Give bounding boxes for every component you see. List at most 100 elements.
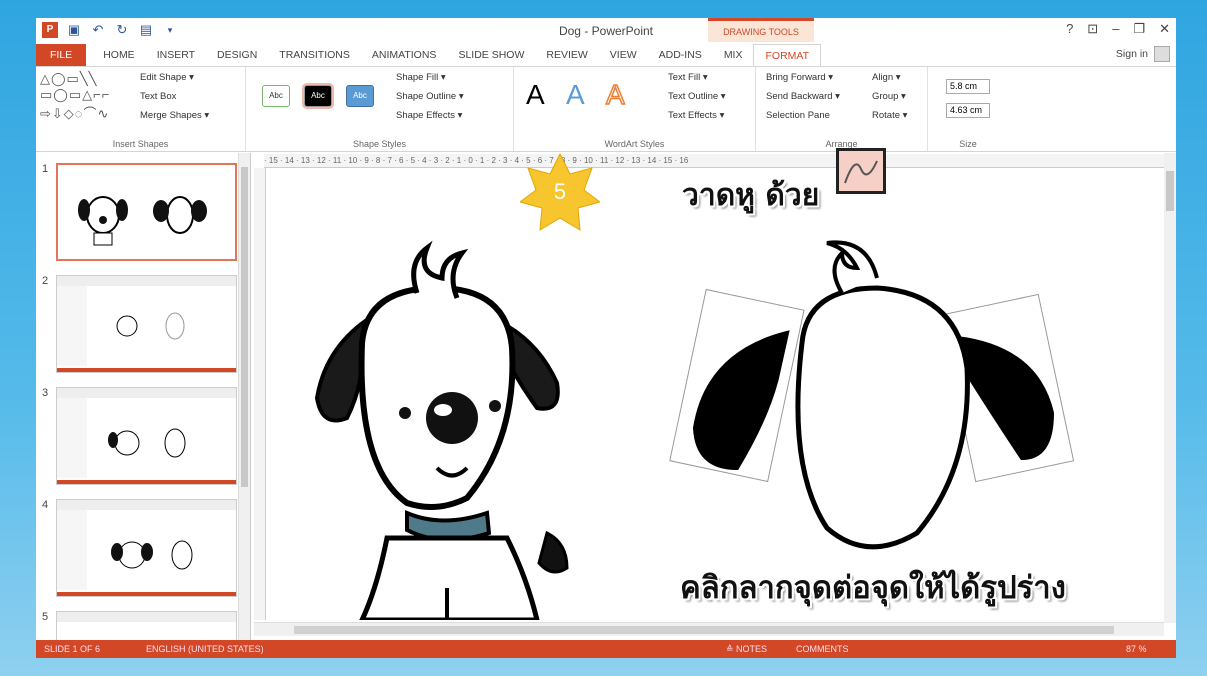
step-number: 5 — [553, 179, 567, 204]
shape-style-outline-green[interactable]: Abc — [262, 85, 290, 107]
group-size: 5.8 cm 4.63 cm Size — [928, 67, 1008, 151]
tab-design[interactable]: DESIGN — [206, 44, 268, 66]
shape-style-blue[interactable]: Abc — [346, 85, 374, 107]
dog-left-eye — [399, 407, 411, 419]
dog-tail — [537, 530, 569, 574]
help-icon[interactable]: ? — [1066, 21, 1073, 37]
sign-in[interactable]: Sign in — [1116, 46, 1170, 62]
wordart-style-black[interactable]: A — [526, 79, 545, 111]
shape-style-black[interactable]: Abc — [302, 83, 334, 109]
wordart-style-orange-outline[interactable]: A — [605, 78, 625, 111]
thumbnail-scroll-thumb[interactable] — [241, 167, 248, 487]
canvas-hscroll-thumb[interactable] — [294, 626, 1114, 634]
wordart-style-blue[interactable]: A — [566, 79, 585, 111]
slide-thumbnail-2[interactable] — [56, 275, 237, 373]
slide-2-preview — [57, 276, 236, 366]
tab-insert[interactable]: INSERT — [146, 44, 206, 66]
text-outline-button[interactable]: Text Outline ▾ — [668, 91, 726, 102]
merge-shapes-button[interactable]: Merge Shapes ▾ — [140, 110, 209, 121]
rotate-button[interactable]: Rotate ▾ — [872, 110, 907, 121]
restore-icon[interactable]: ❐ — [1133, 21, 1145, 37]
slide-number: 3 — [42, 387, 49, 399]
thumbnail-scrollbar[interactable] — [238, 153, 250, 640]
close-icon[interactable]: ✕ — [1159, 21, 1170, 37]
tab-home[interactable]: HOME — [92, 44, 146, 66]
slide-thumbnail-4[interactable] — [56, 499, 237, 597]
dog-hair-tuft — [411, 240, 469, 299]
title-bar: P ▣ ↶ ↻ ▤ ▾ Dog - PowerPoint DRAWING TOO… — [36, 18, 1176, 44]
minimize-icon[interactable]: – — [1112, 21, 1119, 37]
slide-divider — [57, 592, 236, 596]
slide-3-preview — [57, 388, 236, 478]
drawing-tools-context-label: DRAWING TOOLS — [708, 18, 814, 42]
send-backward-button[interactable]: Send Backward ▾ — [766, 91, 840, 102]
selection-pane-button[interactable]: Selection Pane — [766, 110, 830, 121]
tab-file[interactable]: FILE — [36, 44, 87, 66]
slide-count-status[interactable]: SLIDE 1 OF 6 — [44, 640, 100, 658]
dog-drawing[interactable] — [314, 240, 569, 620]
dog-nose-highlight — [434, 404, 452, 416]
slide-number: 4 — [42, 499, 49, 511]
ribbon: △◯▭╲╲ ▭◯▭△⌐⌐ ⇨⇩◇◌⌒∿ Edit Shape ▾ Text Box … — [36, 66, 1176, 152]
tab-mix[interactable]: MIX — [713, 44, 754, 66]
group-insert-shapes: △◯▭╲╲ ▭◯▭△⌐⌐ ⇨⇩◇◌⌒∿ Edit Shape ▾ Text Box … — [36, 67, 246, 151]
sign-in-label[interactable]: Sign in — [1116, 48, 1148, 60]
tab-animations[interactable]: ANIMATIONS — [361, 44, 448, 66]
edit-shape-button[interactable]: Edit Shape ▾ — [140, 72, 194, 83]
slide-divider — [57, 368, 236, 372]
tab-slide-show[interactable]: SLIDE SHOW — [447, 44, 535, 66]
canvas-vertical-scrollbar[interactable] — [1164, 153, 1176, 623]
vertical-ruler[interactable] — [254, 168, 266, 620]
shape-effects-button[interactable]: Shape Effects ▾ — [396, 110, 462, 121]
text-effects-button[interactable]: Text Effects ▾ — [668, 110, 724, 121]
align-button[interactable]: Align ▾ — [872, 72, 901, 83]
ribbon-tabs: FILE HOME INSERT DESIGN TRANSITIONS ANIM… — [36, 44, 1176, 66]
tab-add-ins[interactable]: ADD-INS — [648, 44, 713, 66]
group-arrange: Bring Forward ▾ Send Backward ▾ Selectio… — [756, 67, 928, 151]
shapes-gallery-icon[interactable]: △◯▭╲╲ ▭◯▭△⌐⌐ ⇨⇩◇◌⌒∿ — [40, 71, 110, 122]
dog-nose — [426, 392, 478, 444]
text-fill-button[interactable]: Text Fill ▾ — [668, 72, 708, 83]
slide-thumbnail-1[interactable] — [56, 163, 237, 261]
shape-height-input[interactable]: 5.8 cm — [946, 79, 990, 94]
language-status[interactable]: ENGLISH (UNITED STATES) — [146, 640, 264, 658]
horizontal-ruler[interactable]: · 15 · 14 · 13 · 12 · 11 · 10 · 9 · 8 · … — [264, 154, 1168, 168]
group-shape-styles: Abc Abc Abc Shape Fill ▾ Shape Outline ▾… — [246, 67, 514, 151]
canvas-scroll-thumb[interactable] — [1166, 171, 1174, 211]
outline-hair-tuft — [826, 240, 879, 295]
avatar[interactable] — [1154, 46, 1170, 62]
slide-4-preview — [57, 500, 236, 590]
tab-view[interactable]: VIEW — [599, 44, 648, 66]
tab-format[interactable]: FORMAT — [753, 44, 822, 66]
shape-fill-button[interactable]: Shape Fill ▾ — [396, 72, 446, 83]
slide-1-preview — [78, 196, 207, 246]
outline-head — [795, 285, 970, 550]
ribbon-display-options-icon[interactable]: ⊡ — [1087, 21, 1098, 37]
notes-button[interactable]: ≙ NOTES — [726, 640, 767, 658]
slide-thumbnail-3[interactable] — [56, 387, 237, 485]
comments-button[interactable]: COMMENTS — [796, 640, 849, 658]
shape-width-input[interactable]: 4.63 cm — [946, 103, 990, 118]
canvas-horizontal-scrollbar[interactable] — [254, 622, 1164, 636]
drawn-right-ear — [954, 335, 1055, 461]
bring-forward-button[interactable]: Bring Forward ▾ — [766, 72, 833, 83]
dog-right-eye — [489, 400, 501, 412]
group-button[interactable]: Group ▾ — [872, 91, 906, 102]
text-box-button[interactable]: Text Box — [140, 91, 176, 102]
status-bar: SLIDE 1 OF 6 ENGLISH (UNITED STATES) ≙ N… — [36, 640, 1176, 658]
dog-illustration[interactable] — [267, 168, 1163, 620]
dog-body — [359, 535, 540, 620]
shape-outline-button[interactable]: Shape Outline ▾ — [396, 91, 464, 102]
slide-thumbnail-panel: 1 2 3 4 5 — [36, 153, 251, 640]
slide-canvas[interactable] — [267, 168, 1163, 620]
curve-tool-icon — [836, 148, 886, 194]
ear-drawing-in-progress[interactable] — [669, 240, 1075, 550]
tab-transitions[interactable]: TRANSITIONS — [268, 44, 361, 66]
zoom-level[interactable]: 87 % — [1126, 640, 1147, 658]
shape-styles-label: Shape Styles — [352, 139, 407, 149]
slide-number: 1 — [42, 163, 49, 175]
group-wordart-styles: A A A Text Fill ▾ Text Outline ▾ Text Ef… — [514, 67, 756, 151]
slide-thumbnail-5[interactable] — [56, 611, 237, 640]
insert-shapes-label: Insert Shapes — [112, 139, 169, 149]
tab-review[interactable]: REVIEW — [535, 44, 598, 66]
